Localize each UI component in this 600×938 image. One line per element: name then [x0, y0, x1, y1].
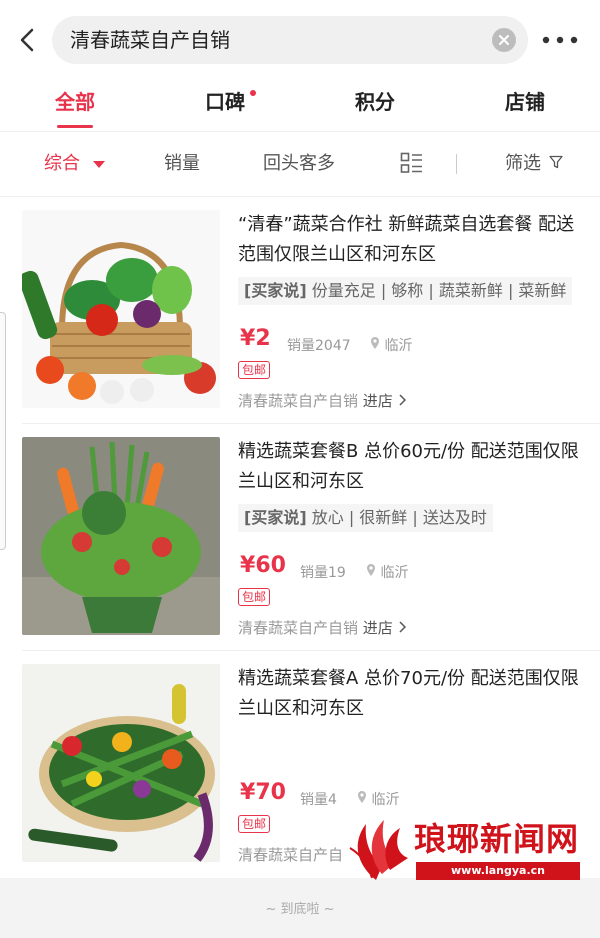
list-view-toggle[interactable]	[400, 152, 424, 174]
location-pin-icon	[371, 337, 379, 349]
active-tab-indicator	[57, 125, 93, 128]
tab-bar: 全部 口碑 积分 店铺	[0, 80, 600, 132]
location: 临沂	[357, 789, 399, 809]
product-price: ¥2	[240, 326, 271, 351]
buyer-review: [买家说] 份量充足 | 够称 | 蔬菜新鲜 | 菜新鲜	[238, 277, 573, 305]
product-price: ¥70	[240, 780, 286, 805]
location-text: 临沂	[380, 565, 409, 581]
tab-reputation[interactable]: 口碑	[150, 80, 300, 132]
product-card[interactable]: 精选蔬菜套餐B 总价60元/份 配送范围仅限兰山区和河东区 [买家说] 放心 |…	[0, 425, 600, 652]
location: 临沂	[370, 335, 412, 355]
currency-symbol: ¥	[240, 553, 256, 578]
divider	[456, 154, 457, 174]
langya-logo-icon	[349, 820, 408, 880]
close-icon	[499, 35, 509, 45]
tab-label: 口碑	[205, 90, 245, 114]
review-text: 份量充足 | 够称 | 蔬菜新鲜 | 菜新鲜	[311, 281, 567, 300]
tab-shops[interactable]: 店铺	[450, 80, 600, 132]
shop-link[interactable]: 清春蔬菜自产自销 进店	[238, 390, 406, 411]
filter-label: 筛选	[505, 153, 541, 174]
tab-label: 积分	[355, 90, 395, 114]
more-button[interactable]	[540, 30, 580, 50]
funnel-icon	[549, 155, 563, 169]
watermark-url: www.langya.cn	[416, 862, 580, 880]
chevron-right-icon	[399, 394, 406, 406]
watermark-logo: 琅琊新闻网 www.langya.cn	[346, 814, 586, 884]
review-text: 放心 | 很新鲜 | 送达及时	[311, 508, 487, 527]
product-image-vegetable-tray[interactable]	[22, 664, 220, 862]
product-image-vegetable-bouquet[interactable]	[22, 437, 220, 635]
sort-label: 综合	[44, 153, 80, 174]
header: 清春蔬菜自产自销	[0, 0, 600, 80]
back-button[interactable]	[10, 22, 46, 58]
notification-dot	[250, 90, 256, 96]
price-value: 70	[255, 780, 286, 805]
tab-label: 全部	[55, 90, 95, 114]
sales-count: 销量4	[300, 792, 337, 808]
product-title[interactable]: 精选蔬菜套餐A 总价70元/份 配送范围仅限兰山区和河东区	[238, 664, 583, 724]
sort-label: 回头客多	[263, 153, 335, 174]
product-price: ¥60	[240, 553, 286, 578]
chevron-right-icon	[399, 621, 406, 633]
list-view-icon	[400, 152, 422, 173]
shop-link[interactable]: 清春蔬菜自产自销 进店	[238, 617, 406, 638]
divider	[22, 650, 600, 651]
price-value: 2	[255, 326, 271, 351]
enter-shop-label: 进店	[362, 392, 393, 410]
sales-count: 销量19	[300, 565, 346, 581]
location: 临沂	[366, 562, 408, 582]
filter-button[interactable]: 筛选	[505, 132, 563, 196]
enter-shop-label: 进店	[362, 619, 393, 637]
currency-symbol: ¥	[240, 780, 256, 805]
divider	[0, 196, 600, 197]
review-tag: [买家说]	[244, 281, 307, 300]
free-shipping-badge: 包邮	[238, 361, 271, 379]
currency-symbol: ¥	[240, 326, 256, 351]
sales-count: 销量2047	[287, 338, 351, 354]
tab-points[interactable]: 积分	[300, 80, 450, 132]
sort-repeat-buyers[interactable]: 回头客多	[263, 132, 335, 196]
free-shipping-badge: 包邮	[238, 588, 271, 606]
free-shipping-badge: 包邮	[238, 815, 271, 833]
filter-bar: 综合 销量 回头客多 筛选	[0, 132, 600, 196]
sort-comprehensive[interactable]: 综合	[44, 132, 106, 196]
product-title[interactable]: “清春”蔬菜合作社 新鲜蔬菜自选套餐 配送范围仅限兰山区和河东区	[238, 210, 583, 270]
divider	[22, 423, 600, 424]
product-image-vegetable-basket[interactable]	[22, 210, 220, 408]
location-text: 临沂	[371, 792, 400, 808]
shop-name: 清春蔬菜自产自	[238, 846, 344, 864]
shop-link[interactable]: 清春蔬菜自产自	[238, 844, 343, 865]
more-dots-icon	[542, 36, 578, 44]
search-input[interactable]: 清春蔬菜自产自销	[52, 16, 528, 64]
location-text: 临沂	[384, 338, 413, 354]
price-value: 60	[255, 553, 286, 578]
caret-down-icon	[92, 161, 105, 168]
review-tag: [买家说]	[244, 508, 307, 527]
clear-search-button[interactable]	[492, 28, 516, 52]
location-pin-icon	[367, 564, 375, 576]
shop-name: 清春蔬菜自产自销	[238, 619, 359, 637]
product-title[interactable]: 精选蔬菜套餐B 总价60元/份 配送范围仅限兰山区和河东区	[238, 437, 583, 497]
location-pin-icon	[358, 791, 366, 803]
sort-sales[interactable]: 销量	[164, 132, 200, 196]
search-query: 清春蔬菜自产自销	[70, 28, 230, 52]
end-of-list: ~ 到底啦 ~	[0, 878, 600, 938]
sort-label: 销量	[164, 153, 200, 174]
shop-name: 清春蔬菜自产自销	[238, 392, 359, 410]
watermark-brand: 琅琊新闻网	[414, 820, 580, 858]
buyer-review: [买家说] 放心 | 很新鲜 | 送达及时	[238, 504, 493, 532]
tab-label: 店铺	[505, 90, 545, 114]
tab-all[interactable]: 全部	[0, 80, 150, 132]
product-card[interactable]: “清春”蔬菜合作社 新鲜蔬菜自选套餐 配送范围仅限兰山区和河东区 [买家说] 份…	[0, 198, 600, 425]
chevron-left-icon	[20, 28, 34, 52]
